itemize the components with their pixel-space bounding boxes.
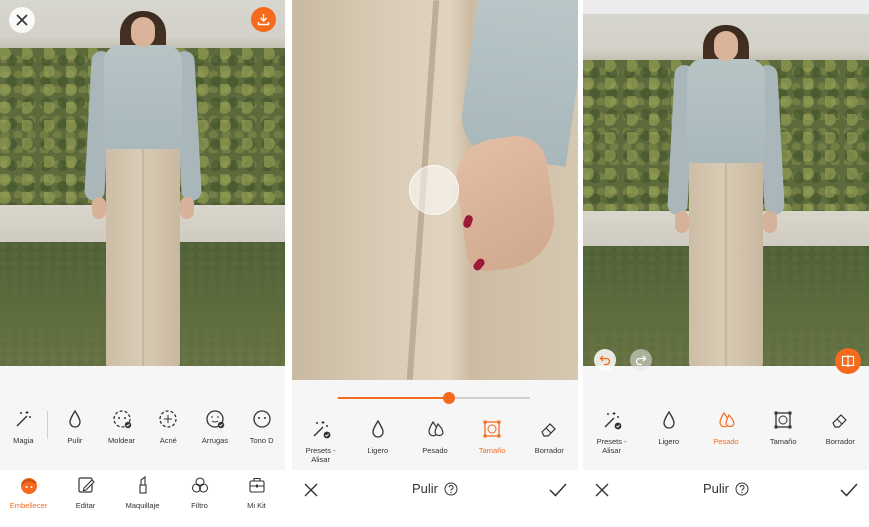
tool-moldear[interactable]: Moldear	[98, 408, 145, 445]
tool-ligero[interactable]: Ligero	[351, 418, 405, 455]
tool-magia[interactable]: Magia	[0, 408, 47, 445]
cancel-icon[interactable]	[302, 481, 320, 499]
tool-borrador[interactable]: Borrador	[813, 409, 867, 446]
smooth-toolbar: Presets - Alisar Ligero Pesado Tamaño Bo…	[292, 418, 578, 464]
magic-wand-icon	[313, 421, 330, 439]
edit-icon	[77, 477, 95, 493]
toolbar-divider	[46, 411, 48, 439]
acne-icon	[159, 410, 177, 428]
magic-wand-icon	[604, 412, 621, 430]
smooth-toolbar: Presets - Alisar Ligero Pesado Tamaño Bo…	[583, 409, 869, 455]
wrinkles-icon	[206, 410, 225, 429]
tool-title: Pulir	[412, 481, 458, 496]
smooth-result-screen: Presets - Alisar Ligero Pesado Tamaño Bo…	[583, 0, 869, 527]
drop-icon	[372, 419, 384, 438]
action-bar: Pulir	[292, 470, 578, 527]
compare-icon	[841, 355, 855, 367]
redo-icon	[635, 355, 647, 366]
tool-presets-alisar[interactable]: Presets - Alisar	[585, 409, 639, 455]
eraser-icon	[541, 423, 557, 437]
double-drop-icon	[719, 411, 735, 428]
tool-arrugas[interactable]: Arrugas	[192, 408, 239, 445]
download-button[interactable]	[251, 7, 276, 32]
face-icon	[20, 478, 37, 494]
nav-embellecer[interactable]: Embellecer	[1, 475, 57, 510]
undo-icon	[599, 355, 611, 366]
slider-handle[interactable]	[443, 392, 456, 404]
help-icon[interactable]	[735, 482, 749, 496]
nav-maquillaje[interactable]: Maquillaje	[115, 475, 171, 510]
brush-size-cursor[interactable]	[409, 165, 459, 215]
tool-pulir[interactable]: Pulir	[52, 408, 99, 445]
photo-canvas-zoomed[interactable]	[292, 0, 578, 380]
photo-canvas[interactable]	[583, 14, 869, 366]
face-reshape-icon	[112, 410, 131, 429]
redo-button[interactable]	[630, 349, 652, 371]
compare-button[interactable]	[835, 348, 861, 374]
resize-frame-icon	[774, 411, 792, 429]
subject-person	[667, 24, 785, 366]
tool-tono[interactable]: Tono D	[238, 408, 285, 445]
filter-icon	[191, 477, 208, 493]
eraser-icon	[832, 414, 848, 428]
intensity-slider[interactable]	[338, 392, 530, 404]
smooth-zoom-screen: Presets - Alisar Ligero Pesado Tamaño Bo…	[292, 0, 578, 527]
beautify-toolbar: Magia Pulir Moldear Acné Arrugas Tono D	[0, 408, 285, 445]
action-bar: Pulir	[583, 470, 869, 527]
tool-tamano[interactable]: Tamaño	[756, 409, 810, 446]
nav-mi-kit[interactable]: Mi Kit	[229, 475, 285, 510]
lipstick-icon	[138, 475, 147, 494]
undo-button[interactable]	[594, 349, 616, 371]
close-button[interactable]	[9, 7, 35, 33]
tool-pesado[interactable]: Pesado	[408, 418, 462, 455]
tool-acne[interactable]: Acné	[145, 408, 192, 445]
magic-wand-icon	[16, 411, 32, 427]
main-nav-bar: Embellecer Editar Maquillaje Filtro Mi K…	[0, 470, 285, 527]
cancel-icon[interactable]	[593, 481, 611, 499]
tool-presets-alisar[interactable]: Presets - Alisar	[294, 418, 348, 464]
kit-icon	[248, 477, 265, 493]
embellish-screen: Magia Pulir Moldear Acné Arrugas Tono D …	[0, 0, 285, 527]
drop-icon	[69, 409, 81, 428]
skin-tone-icon	[253, 410, 271, 428]
help-icon[interactable]	[444, 482, 458, 496]
nav-filtro[interactable]: Filtro	[172, 475, 228, 510]
nav-editar[interactable]: Editar	[58, 475, 114, 510]
tool-borrador[interactable]: Borrador	[522, 418, 576, 455]
confirm-check-icon[interactable]	[548, 481, 568, 499]
subject-person	[83, 10, 202, 366]
tool-pesado[interactable]: Pesado	[699, 409, 753, 446]
tool-tamano[interactable]: Tamaño	[465, 418, 519, 455]
download-icon	[257, 14, 270, 26]
tool-title: Pulir	[703, 481, 749, 496]
resize-frame-icon	[483, 420, 501, 438]
tool-ligero[interactable]: Ligero	[642, 409, 696, 446]
confirm-check-icon[interactable]	[839, 481, 859, 499]
photo-canvas[interactable]	[0, 0, 285, 366]
drop-icon	[663, 410, 675, 429]
close-icon	[16, 14, 28, 26]
double-drop-icon	[428, 420, 444, 437]
